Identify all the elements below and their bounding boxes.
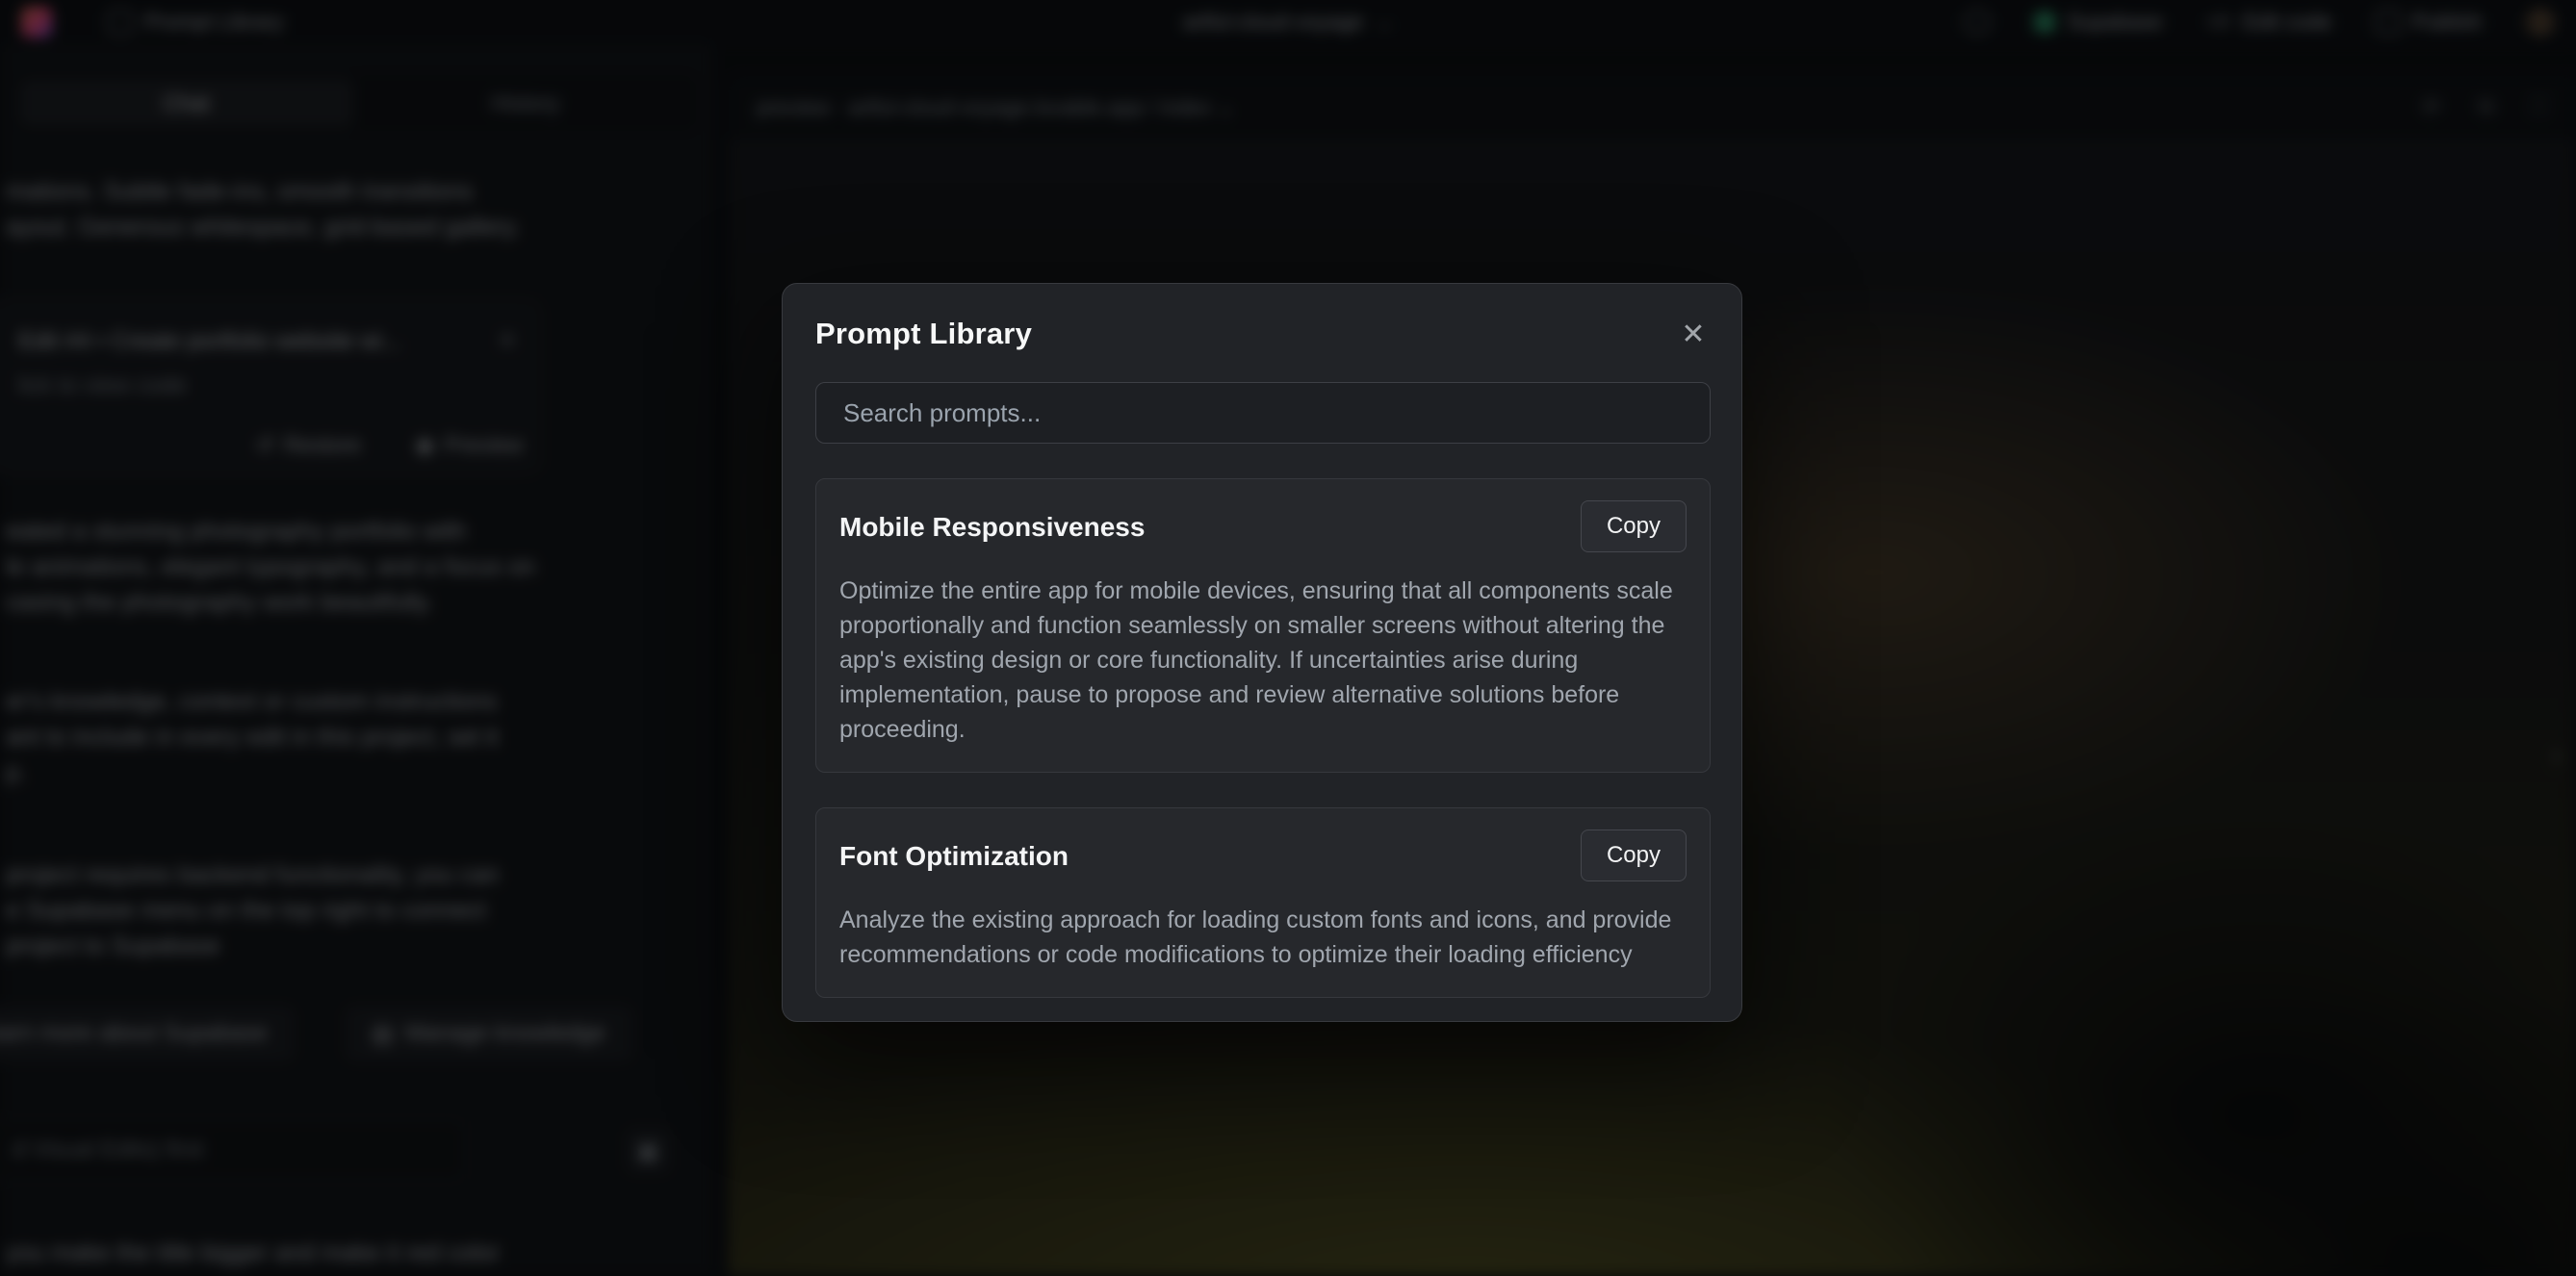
prompt-description: Analyze the existing approach for loadin…: [839, 903, 1687, 972]
app-screen: Prompt Library artful-cloud-voyage ⌄ Sup…: [0, 0, 2576, 1276]
search-prompts-input[interactable]: [815, 382, 1711, 444]
prompt-card: Font Optimization Copy Analyze the exist…: [815, 807, 1711, 998]
prompt-description: Optimize the entire app for mobile devic…: [839, 574, 1687, 747]
modal-title: Prompt Library: [815, 317, 1032, 351]
copy-button[interactable]: Copy: [1581, 500, 1687, 552]
prompt-title: Font Optimization: [839, 829, 1069, 872]
copy-button[interactable]: Copy: [1581, 829, 1687, 881]
prompt-title: Mobile Responsiveness: [839, 500, 1145, 543]
modal-close-button[interactable]: ✕: [1672, 313, 1714, 355]
prompt-library-modal: Prompt Library ✕ Mobile Responsiveness C…: [782, 283, 1742, 1022]
prompt-card: Mobile Responsiveness Copy Optimize the …: [815, 478, 1711, 773]
